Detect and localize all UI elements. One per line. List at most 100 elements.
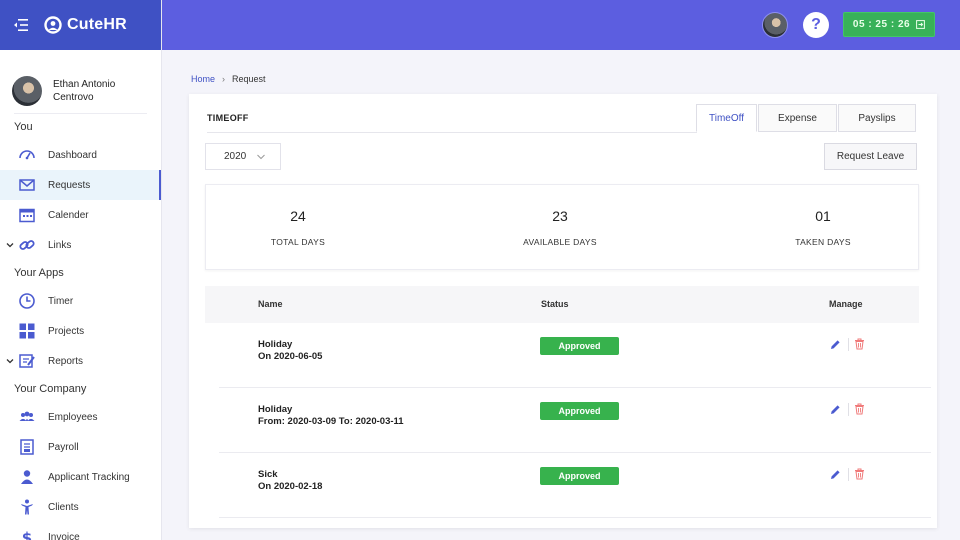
user-profile[interactable]: Ethan Antonio Centrovo — [0, 50, 161, 113]
stat-label: TAKEN DAYS — [795, 237, 851, 247]
sidebar-item-payroll[interactable]: Payroll — [0, 432, 161, 462]
request-type: Holiday — [258, 339, 293, 350]
section-your-company: Your Company — [14, 383, 87, 395]
stat-value: 23 — [552, 208, 568, 224]
sidebar-item-label: Invoice — [48, 531, 80, 540]
sidebar-item-label: Payroll — [48, 441, 79, 453]
action-divider — [848, 403, 849, 416]
avatar[interactable] — [762, 12, 788, 38]
sidebar-item-label: Timer — [48, 295, 74, 307]
sidebar: CuteHR Ethan Antonio Centrovo You Dashbo… — [0, 0, 162, 540]
sidebar-item-employees[interactable]: Employees — [0, 402, 161, 432]
sidebar-item-clients[interactable]: Clients — [0, 492, 161, 522]
timer-button[interactable]: 05 : 25 : 26 — [843, 12, 935, 37]
person-icon — [21, 499, 33, 515]
sidebar-item-dashboard[interactable]: Dashboard — [0, 140, 161, 170]
sidebar-item-label: Requests — [48, 179, 91, 191]
brand-bar: CuteHR — [0, 0, 161, 50]
sidebar-item-invoice[interactable]: $ Invoice — [0, 522, 161, 540]
stat-label: TOTAL DAYS — [270, 237, 326, 247]
title-divider — [207, 132, 697, 133]
timer-value: 05 : 25 : 26 — [852, 19, 911, 30]
exit-icon — [916, 20, 925, 29]
menu-toggle-icon[interactable] — [14, 19, 28, 31]
chevron-down-icon[interactable] — [6, 357, 14, 365]
sidebar-item-reports[interactable]: Reports — [0, 346, 161, 376]
user-icon — [21, 470, 33, 484]
clock-icon — [19, 293, 35, 309]
dashboard-icon — [19, 150, 35, 160]
sidebar-item-label: Clients — [48, 501, 79, 513]
sidebar-item-projects[interactable]: Projects — [0, 316, 161, 346]
trash-icon[interactable] — [854, 468, 865, 480]
sidebar-item-label: Applicant Tracking — [48, 471, 130, 483]
topbar: ? 05 : 25 : 26 — [162, 0, 960, 50]
pencil-icon[interactable] — [830, 339, 841, 350]
pencil-icon[interactable] — [830, 404, 841, 415]
tab-expense[interactable]: Expense — [758, 104, 837, 132]
status-badge: Approved — [540, 337, 619, 355]
sidebar-item-label: Projects — [48, 325, 85, 337]
status-badge: Approved — [540, 402, 619, 420]
mail-icon — [19, 179, 35, 191]
stats-panel: 24 TOTAL DAYS 23 AVAILABLE DAYS 01 TAKEN… — [205, 184, 919, 270]
request-name: Holiday From: 2020-03-09 To: 2020-03-11 — [258, 404, 404, 428]
sidebar-item-calender[interactable]: Calender — [0, 200, 161, 230]
sidebar-item-label: Links — [48, 239, 72, 251]
request-leave-button[interactable]: Request Leave — [824, 143, 917, 170]
payroll-icon — [20, 439, 34, 455]
user-name: Ethan Antonio Centrovo — [53, 78, 115, 104]
column-header-status: Status — [541, 299, 569, 309]
trash-icon[interactable] — [854, 403, 865, 415]
chevron-down-icon[interactable] — [6, 241, 14, 249]
sidebar-item-timer[interactable]: Timer — [0, 286, 161, 316]
tab-timeoff[interactable]: TimeOff — [696, 104, 757, 132]
action-divider — [848, 468, 849, 481]
stat-value: 01 — [815, 208, 831, 224]
stat-value: 24 — [290, 208, 306, 224]
dollar-icon: $ — [22, 529, 32, 540]
stat-total-days: 24 TOTAL DAYS — [198, 185, 398, 247]
column-header-manage: Manage — [829, 299, 863, 309]
section-your-apps: Your Apps — [14, 267, 64, 279]
timeoff-card: TIMEOFF TimeOff Expense Payslips 2020 Re… — [189, 94, 937, 528]
status-badge: Approved — [540, 467, 619, 485]
breadcrumb-home[interactable]: Home — [191, 74, 215, 84]
table-header: Name Status Manage — [205, 286, 919, 323]
stat-taken-days: 01 TAKEN DAYS — [723, 185, 923, 247]
breadcrumb-current: Request — [232, 74, 266, 84]
stat-available-days: 23 AVAILABLE DAYS — [460, 185, 660, 247]
request-name: Sick On 2020-02-18 — [258, 469, 322, 493]
breadcrumb: Home › Request — [191, 74, 266, 84]
chevron-down-icon — [257, 154, 265, 160]
request-type: Holiday — [258, 404, 293, 415]
sidebar-item-label: Dashboard — [48, 149, 97, 161]
request-date: On 2020-06-05 — [258, 351, 323, 362]
help-button[interactable]: ? — [803, 12, 829, 38]
sidebar-item-links[interactable]: Links — [0, 230, 161, 260]
page-title: TIMEOFF — [207, 113, 249, 123]
svg-text:$: $ — [22, 529, 32, 540]
tab-payslips[interactable]: Payslips — [838, 104, 916, 132]
avatar — [12, 76, 42, 106]
users-icon — [19, 411, 35, 421]
action-divider — [848, 338, 849, 351]
request-name: Holiday On 2020-06-05 — [258, 339, 322, 363]
section-you: You — [14, 121, 33, 133]
user-name-line1: Ethan Antonio — [53, 79, 116, 90]
user-name-line2: Centrovo — [53, 92, 94, 103]
link-icon — [19, 240, 35, 250]
pencil-icon[interactable] — [830, 469, 841, 480]
request-date: On 2020-02-18 — [258, 481, 323, 492]
brand-name: CuteHR — [67, 16, 127, 33]
year-value: 2020 — [224, 151, 247, 162]
table-row: Sick On 2020-02-18 Approved — [219, 453, 931, 518]
sidebar-item-applicant-tracking[interactable]: Applicant Tracking — [0, 462, 161, 492]
tab-bar: TimeOff Expense Payslips — [696, 104, 917, 132]
sidebar-item-label: Reports — [48, 355, 84, 367]
trash-icon[interactable] — [854, 338, 865, 350]
request-type: Sick — [258, 469, 278, 480]
grid-icon — [19, 323, 35, 339]
year-select[interactable]: 2020 — [205, 143, 281, 170]
sidebar-item-requests[interactable]: Requests — [0, 170, 161, 200]
